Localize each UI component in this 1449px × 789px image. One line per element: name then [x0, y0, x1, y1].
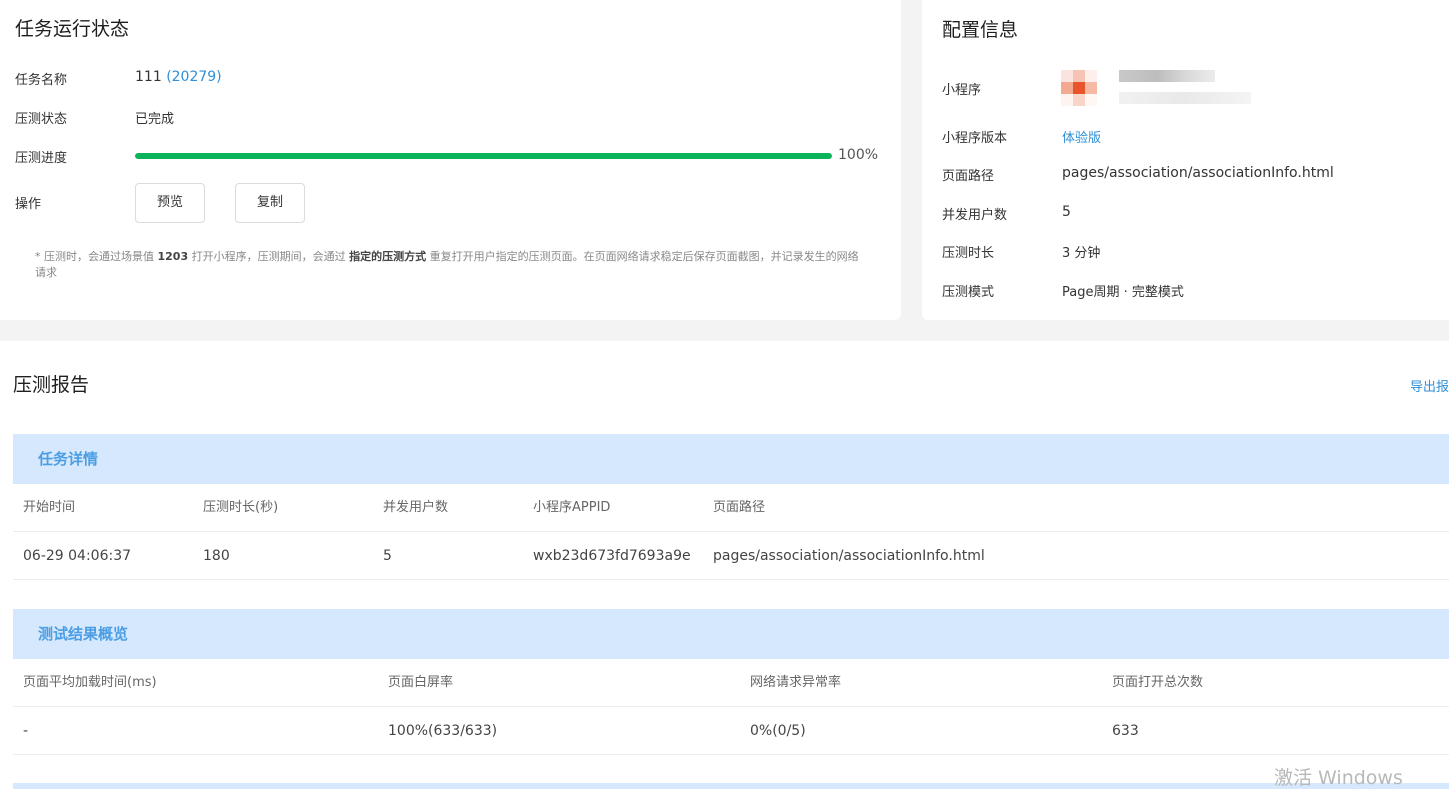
- progress-label: 压测进度: [15, 151, 68, 166]
- column-header: 开始时间: [23, 500, 76, 515]
- table-header-row: 页面平均加载时间(ms) 页面白屏率 网络请求异常率 页面打开总次数: [13, 659, 1449, 707]
- note-scene-value: 1203: [157, 250, 189, 263]
- note-part-2: 打开小程序，压测期间，会通过: [188, 250, 350, 263]
- column-header: 页面打开总次数: [1112, 675, 1204, 690]
- table-row: - 100%(633/633) 0%(0/5) 633: [13, 707, 1449, 755]
- table-row: 06-29 04:06:37 180 5 wxb23d673fd7693a9e …: [13, 532, 1449, 580]
- next-section-heading: [13, 783, 1449, 789]
- overview-table: 页面平均加载时间(ms) 页面白屏率 网络请求异常率 页面打开总次数 - 100…: [13, 659, 1449, 755]
- state-label: 压测状态: [15, 112, 68, 127]
- task-status-title: 任务运行状态: [15, 18, 130, 40]
- state-value: 已完成: [135, 112, 175, 127]
- table-cell: pages/association/associationInfo.html: [713, 548, 985, 564]
- duration-value: 3 分钟: [1062, 246, 1101, 261]
- path-value: pages/association/associationInfo.html: [1062, 165, 1334, 181]
- stress-test-note: * 压测时，会通过场景值 1203 打开小程序，压测期间，会通过 指定的压测方式…: [35, 249, 865, 281]
- table-cell: 633: [1112, 723, 1139, 739]
- table-cell: 5: [383, 548, 392, 564]
- table-cell: wxb23d673fd7693a9e: [533, 548, 691, 564]
- task-detail-heading: 任务详情: [13, 434, 1449, 484]
- config-title: 配置信息: [942, 19, 1019, 41]
- column-header: 页面白屏率: [388, 675, 454, 690]
- preview-button[interactable]: 预览: [135, 183, 205, 223]
- progress-bar: [135, 153, 832, 159]
- users-value: 5: [1062, 204, 1071, 220]
- column-header: 压测时长(秒): [203, 500, 279, 515]
- config-info-card: 配置信息 小程序 小程序版本 体验版 页面路径 pages/associatio…: [922, 0, 1449, 320]
- table-cell: 0%(0/5): [750, 723, 806, 739]
- mode-value: Page周期 · 完整模式: [1062, 285, 1184, 300]
- table-cell: -: [23, 723, 29, 739]
- progress-percent: 100%: [838, 147, 879, 163]
- task-detail-table: 开始时间 压测时长(秒) 并发用户数 小程序APPID 页面路径 06-29 0…: [13, 484, 1449, 580]
- table-cell: 06-29 04:06:37: [23, 548, 132, 564]
- task-name-value: 111 (20279): [135, 69, 222, 85]
- copy-button[interactable]: 复制: [235, 183, 305, 223]
- operations-label: 操作: [15, 197, 42, 212]
- column-header: 网络请求异常率: [750, 675, 842, 690]
- activate-windows-watermark: 激活 Windows: [1274, 767, 1403, 789]
- task-name-text: 111: [135, 69, 162, 85]
- column-header: 小程序APPID: [533, 500, 611, 515]
- note-part-1: * 压测时，会通过场景值: [35, 250, 158, 263]
- task-status-card: 任务运行状态 任务名称 111 (20279) 压测状态 已完成 压测进度 10…: [0, 0, 901, 320]
- duration-label: 压测时长: [942, 246, 995, 261]
- column-header: 页面平均加载时间(ms): [23, 675, 157, 690]
- column-header: 页面路径: [713, 500, 766, 515]
- column-header: 并发用户数: [383, 500, 449, 515]
- mode-label: 压测模式: [942, 285, 995, 300]
- task-name-label: 任务名称: [15, 73, 68, 88]
- version-label: 小程序版本: [942, 131, 1008, 146]
- report-title: 压测报告: [13, 374, 90, 396]
- progress-bar-fill: [135, 153, 832, 159]
- task-id-link[interactable]: (20279): [166, 69, 221, 85]
- mini-program-avatar-icon: [1061, 70, 1097, 106]
- table-header-row: 开始时间 压测时长(秒) 并发用户数 小程序APPID 页面路径: [13, 484, 1449, 532]
- overview-heading: 测试结果概览: [13, 609, 1449, 659]
- path-label: 页面路径: [942, 169, 995, 184]
- export-report-link[interactable]: 导出报: [1410, 376, 1449, 395]
- mini-program-label: 小程序: [942, 83, 982, 98]
- note-mode: 指定的压测方式: [349, 250, 427, 263]
- table-cell: 180: [203, 548, 230, 564]
- table-cell: 100%(633/633): [388, 723, 498, 739]
- users-label: 并发用户数: [942, 208, 1008, 223]
- version-value[interactable]: 体验版: [1062, 127, 1101, 146]
